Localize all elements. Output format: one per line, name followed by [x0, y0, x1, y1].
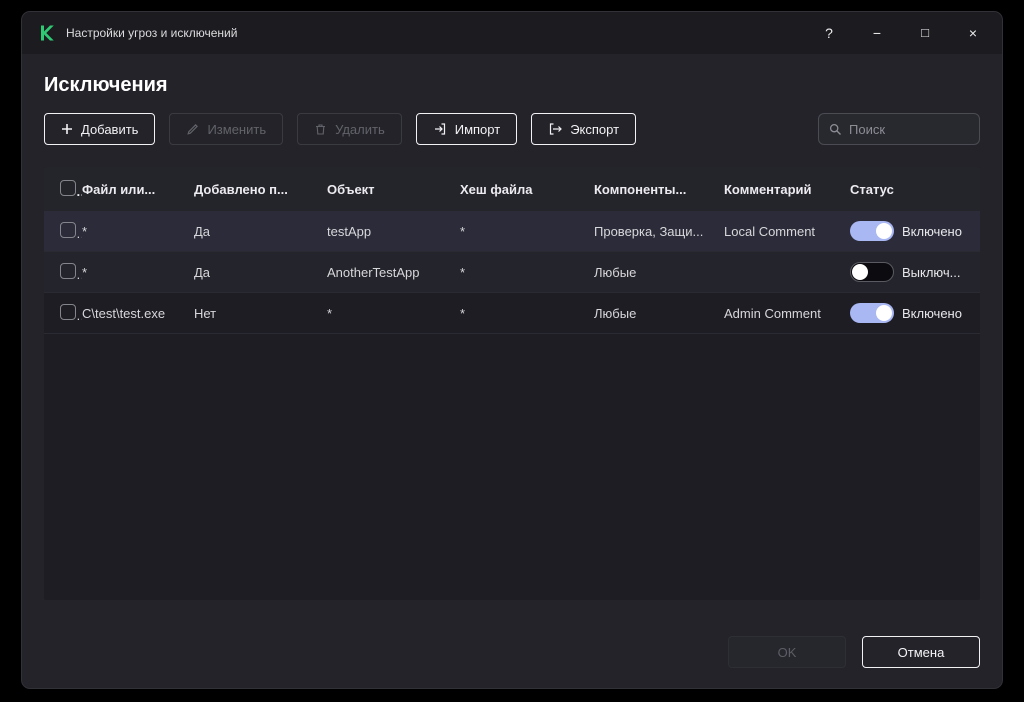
status-toggle[interactable]	[850, 262, 894, 282]
toolbar: Добавить Изменить Удалить Импорт Экспорт…	[44, 113, 980, 145]
cell-file-hash: *	[460, 264, 466, 280]
settings-window: Настройки угроз и исключений ? − □ × Иск…	[22, 12, 1002, 688]
import-button-label: Импорт	[454, 121, 501, 137]
cell-file-hash: *	[460, 305, 466, 321]
help-button[interactable]: ?	[820, 24, 838, 42]
exclusions-table: Файл или... Добавлено п... Объект Хеш файла…	[44, 167, 980, 600]
column-header[interactable]: Статус	[850, 182, 980, 197]
delete-button[interactable]: Удалить	[297, 113, 402, 145]
column-header[interactable]: Хеш файла	[460, 182, 594, 197]
cell-object: testApp	[327, 223, 372, 239]
header-checkbox-cell	[44, 179, 82, 199]
minimize-button[interactable]: −	[868, 24, 886, 42]
export-icon	[548, 122, 563, 136]
maximize-button[interactable]: □	[916, 24, 934, 42]
ok-button[interactable]: OK	[728, 636, 846, 668]
select-all-checkbox[interactable]	[60, 179, 76, 196]
trash-icon	[314, 123, 327, 136]
cell-object: *	[327, 305, 333, 321]
column-header[interactable]: Файл или...	[82, 182, 194, 197]
export-button[interactable]: Экспорт	[531, 113, 637, 145]
column-header[interactable]: Добавлено п...	[194, 182, 327, 197]
delete-button-label: Удалить	[335, 121, 385, 137]
column-header[interactable]: Комментарий	[724, 182, 850, 197]
row-checkbox[interactable]	[60, 303, 76, 320]
status-toggle[interactable]	[850, 303, 894, 323]
table-header-row: Файл или... Добавлено п... Объект Хеш файла…	[44, 167, 980, 211]
column-header[interactable]: Объект	[327, 182, 460, 197]
plus-icon	[61, 123, 73, 135]
row-checkbox-cell	[44, 221, 82, 241]
table-row[interactable]: * Да AnotherTestApp * Любые Выключ...	[44, 252, 980, 293]
footer: OK Отмена	[44, 636, 980, 668]
table-body: * Да testApp * Проверка, Защи... Local Commen…	[44, 211, 980, 334]
cell-file-or-folder: *	[82, 264, 88, 280]
cell-file-or-folder: C\test\test.exe	[82, 305, 166, 321]
add-button-label: Добавить	[81, 121, 139, 137]
cell-added-by-user: Да	[194, 223, 211, 239]
status-label: Включено	[902, 305, 962, 321]
add-button[interactable]: Добавить	[44, 113, 156, 145]
pencil-icon	[186, 123, 199, 136]
cell-components: Проверка, Защи...	[594, 223, 704, 239]
edit-button[interactable]: Изменить	[169, 113, 284, 145]
search-icon	[829, 123, 842, 136]
cell-added-by-user: Нет	[194, 305, 217, 321]
cell-object: AnotherTestApp	[327, 264, 420, 280]
cell-added-by-user: Да	[194, 264, 211, 280]
status-label: Включено	[902, 223, 962, 239]
cell-file-hash: *	[460, 223, 466, 239]
edit-button-label: Изменить	[207, 121, 267, 137]
row-checkbox[interactable]	[60, 221, 76, 238]
table-row[interactable]: * Да testApp * Проверка, Защи... Local Commen…	[44, 211, 980, 252]
cancel-button[interactable]: Отмена	[862, 636, 980, 668]
cell-status: Выключ...	[850, 262, 980, 282]
window-title: Настройки угроз и исключений	[66, 26, 238, 40]
cell-comment: Admin Comment	[724, 305, 821, 321]
column-header[interactable]: Компоненты...	[594, 182, 724, 197]
search-input[interactable]	[849, 121, 969, 137]
import-button[interactable]: Импорт	[415, 113, 518, 145]
kaspersky-logo-icon	[38, 24, 56, 42]
status-label: Выключ...	[902, 264, 961, 280]
row-checkbox-cell	[44, 303, 82, 323]
status-toggle[interactable]	[850, 221, 894, 241]
window-controls: ? − □ ×	[820, 24, 986, 42]
page-content: Исключения Добавить Изменить Удалить Имп…	[22, 54, 1002, 688]
search-box[interactable]	[818, 113, 980, 145]
export-button-label: Экспорт	[570, 121, 620, 137]
close-button[interactable]: ×	[964, 24, 982, 42]
row-checkbox-cell	[44, 262, 82, 282]
cell-file-or-folder: *	[82, 223, 88, 239]
row-checkbox[interactable]	[60, 262, 76, 279]
cell-components: Любые	[594, 264, 637, 280]
import-icon	[433, 122, 447, 136]
cell-comment: Local Comment	[724, 223, 816, 239]
cell-components: Любые	[594, 305, 637, 321]
cell-status: Включено	[850, 221, 980, 241]
table-row[interactable]: C\test\test.exe Нет * * Любые Admin Comment Вк…	[44, 293, 980, 334]
titlebar: Настройки угроз и исключений ? − □ ×	[22, 12, 1002, 54]
page-title: Исключения	[44, 74, 168, 96]
cell-status: Включено	[850, 303, 980, 323]
